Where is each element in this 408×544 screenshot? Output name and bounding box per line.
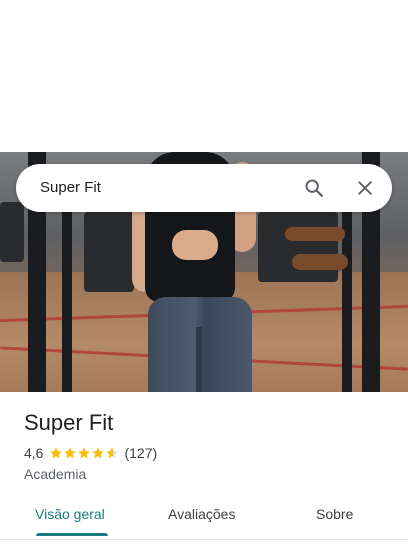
photo-person-hand	[172, 230, 218, 260]
gym-post-left-2	[62, 182, 72, 392]
active-tab-indicator	[36, 533, 108, 536]
rating-value: 4,6	[24, 445, 44, 461]
bench-pad	[292, 254, 348, 270]
place-tabs: Visão geral Avaliações Sobre	[0, 496, 408, 536]
gym-machine	[84, 212, 134, 292]
tab-reviews[interactable]: Avaliações	[168, 504, 235, 524]
clear-search-button[interactable]	[351, 174, 379, 202]
place-category: Academia	[24, 466, 87, 482]
tabs-divider	[0, 539, 408, 540]
gym-machine	[258, 212, 338, 282]
search-button[interactable]	[300, 174, 328, 202]
tab-overview[interactable]: Visão geral	[35, 504, 105, 524]
star-half-icon	[106, 447, 119, 459]
rating-row[interactable]: 4,6 (127)	[24, 444, 157, 462]
search-input[interactable]: Super Fit	[40, 178, 101, 198]
blank-top-area	[0, 0, 408, 152]
review-count[interactable]: (127)	[124, 445, 157, 461]
search-bar[interactable]: Super Fit	[16, 164, 392, 212]
place-title: Super Fit	[24, 410, 114, 435]
star-icon	[92, 447, 105, 459]
star-icon	[78, 447, 91, 459]
bench-pad	[285, 227, 345, 241]
gym-machine	[0, 202, 24, 262]
star-icon	[64, 447, 77, 459]
gym-post-right-2	[342, 182, 352, 392]
star-rating	[49, 446, 119, 460]
tab-about[interactable]: Sobre	[316, 504, 353, 524]
search-icon	[305, 179, 323, 197]
star-icon	[50, 447, 63, 459]
photo-person-leg-gap	[196, 327, 202, 392]
close-icon	[358, 181, 372, 195]
